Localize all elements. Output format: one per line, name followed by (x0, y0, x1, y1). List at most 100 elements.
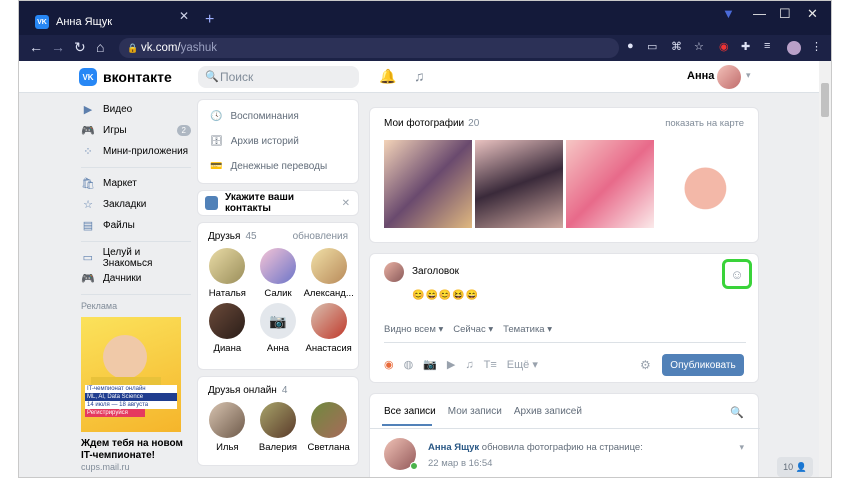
browser-tab[interactable]: VK Анна Ящук (25, 9, 200, 35)
extension-red-icon[interactable]: ◉ (719, 40, 729, 53)
photo-thumbnail[interactable] (566, 140, 654, 228)
friend-item[interactable]: Илья (202, 400, 253, 455)
url-field[interactable]: 🔒 vk.com/yashuk (119, 38, 619, 58)
friend-avatar (310, 248, 347, 284)
header-user-name[interactable]: Анна (687, 70, 714, 82)
photo-thumbnail[interactable] (475, 140, 563, 228)
tab-my-posts[interactable]: Мои записи (448, 406, 502, 417)
extensions-icon[interactable]: ✚ (741, 40, 750, 53)
menu-dots-icon[interactable]: ⋮ (811, 40, 822, 53)
tab-all-posts[interactable]: Все записи (384, 406, 436, 417)
ad-banner-image[interactable]: IT-чемпионат онлайн ML, AI, Data Science… (81, 317, 181, 432)
header-avatar[interactable] (717, 65, 741, 89)
photo-thumbnail[interactable] (384, 140, 472, 228)
friend-item[interactable]: Валерия (253, 400, 304, 455)
publish-button[interactable]: Опубликовать (662, 354, 744, 376)
bookmark-star-icon[interactable]: ☆ (694, 40, 704, 53)
divider (81, 294, 191, 295)
profile-avatar-icon[interactable] (787, 41, 801, 55)
color-palette-icon[interactable]: ◉ (384, 358, 394, 371)
new-tab-icon[interactable]: + (205, 11, 214, 29)
vk-page: VK вконтакте 🔍 Поиск 🔔 ♫ Анна ▾ ▶ Видео 🎮… (19, 61, 831, 477)
friend-name: Наталья (208, 288, 246, 299)
new-post-card: Заголовок 😊😄😊😆😄 ☺ Видно всем ▾ Сейчас ▾ … (369, 253, 759, 383)
music-icon[interactable]: ♫ (414, 68, 425, 84)
ad-title[interactable]: Ждем тебя на новом IT-чемпионате! (81, 438, 191, 462)
post-author[interactable]: Анна Ящук (428, 442, 479, 453)
menu-item-video[interactable]: ▶ Видео (81, 99, 191, 120)
article-icon[interactable]: T≡ (484, 359, 497, 371)
friend-item[interactable]: Диана (202, 301, 253, 356)
close-tab-icon[interactable]: ✕ (179, 9, 189, 23)
vk-logo[interactable]: VK вконтакте (79, 68, 172, 86)
search-input[interactable]: 🔍 Поиск (198, 66, 359, 88)
chevron-down-icon[interactable]: ▾ (746, 70, 751, 81)
emoji-picker-button[interactable]: ☺ (722, 259, 752, 289)
friend-item[interactable]: Александ... (303, 246, 354, 301)
menu-stories-archive[interactable]: 🗄 Архив историй (198, 129, 358, 154)
mention-icon[interactable]: ◍ (404, 358, 414, 371)
video-icon[interactable]: ▶ (447, 358, 455, 371)
gear-icon[interactable]: ⚙ (640, 358, 651, 372)
visibility-dropdown[interactable]: Видно всем ▾ (384, 324, 443, 335)
music-icon[interactable]: ♫ (465, 359, 473, 371)
search-placeholder: Поиск (220, 70, 254, 84)
scrollbar[interactable] (819, 61, 831, 477)
photos-title[interactable]: Мои фотографии (384, 118, 464, 129)
maximize-icon[interactable]: ☐ (779, 6, 791, 22)
playlist-icon[interactable]: ≡ (764, 40, 770, 52)
friend-item[interactable]: 📷 Анна (253, 301, 304, 356)
close-window-icon[interactable]: ✕ (807, 6, 818, 22)
tab-posts-archive[interactable]: Архив записей (514, 406, 582, 417)
post-title-field[interactable]: Заголовок (412, 266, 459, 277)
menu-item-community-2[interactable]: 🎮 Дачники (81, 268, 191, 289)
notifications-bell-icon[interactable]: 🔔 (379, 68, 396, 85)
menu-item-games[interactable]: 🎮 Игры 2 (81, 120, 191, 141)
forward-icon[interactable]: → (51, 39, 65, 55)
menu-item-apps[interactable]: ⁘ Мини-приложения (81, 141, 191, 162)
menu-item-bookmarks[interactable]: ☆ Закладки (81, 194, 191, 215)
friends-title[interactable]: Друзья (208, 231, 240, 242)
menu-item-files[interactable]: ▤ Файлы (81, 215, 191, 236)
community-icon: ▭ (82, 252, 94, 264)
scrollbar-thumb[interactable] (821, 83, 829, 117)
menu-label: Дачники (103, 273, 142, 284)
show-on-map-link[interactable]: показать на карте (665, 118, 744, 129)
friend-item[interactable]: Салик (253, 246, 304, 301)
back-icon[interactable]: ← (29, 39, 43, 55)
friend-avatar (209, 303, 246, 339)
friend-item[interactable]: Анастасия (303, 301, 354, 356)
contacts-prompt[interactable]: Укажите ваши контакты ✕ (197, 190, 359, 216)
post-header: Анна Ящук обновила фотографию на страниц… (428, 442, 643, 453)
cast-icon[interactable]: ▭ (647, 40, 657, 53)
chevron-down-icon[interactable]: ▾ (739, 442, 744, 453)
online-title[interactable]: Друзья онлайн (208, 385, 277, 396)
post-text-emojis[interactable]: 😊😄😊😆😄 (412, 290, 479, 301)
menu-item-community-1[interactable]: ▭ Целуй и Знакомься (81, 247, 191, 269)
home-icon[interactable]: ⌂ (96, 39, 104, 55)
menu-money-transfers[interactable]: 💳 Денежные переводы (198, 154, 358, 179)
friends-updates-link[interactable]: обновления (293, 231, 348, 242)
profile-menu-card: 🕓 Воспоминания 🗄 Архив историй 💳 Денежные п… (197, 99, 359, 184)
time-dropdown[interactable]: Сейчас ▾ (453, 324, 493, 335)
topic-dropdown[interactable]: Тематика ▾ (503, 324, 552, 335)
online-grid: Илья Валерия Светлана (198, 400, 358, 455)
location-icon[interactable]: ● (627, 40, 634, 52)
reload-icon[interactable]: ↻ (74, 39, 86, 56)
profile-dropdown-icon[interactable]: ▼ (722, 6, 735, 21)
qr-icon[interactable]: ⌘ (671, 40, 682, 53)
message-counter-badge[interactable]: 10 👤 (777, 457, 813, 477)
post-date[interactable]: 22 мар в 16:54 (428, 458, 492, 469)
photo-icon[interactable]: 📷 (423, 358, 437, 371)
more-dropdown[interactable]: Ещё ▾ (507, 358, 538, 371)
friend-item[interactable]: Наталья (202, 246, 253, 301)
url-path: yashuk (180, 42, 218, 54)
minimize-icon[interactable]: — (753, 6, 766, 21)
menu-label: Маркет (103, 178, 137, 189)
search-icon[interactable]: 🔍 (730, 406, 744, 419)
close-icon[interactable]: ✕ (342, 198, 350, 209)
menu-memories[interactable]: 🕓 Воспоминания (198, 104, 358, 129)
photo-thumbnail[interactable] (657, 140, 745, 228)
menu-item-market[interactable]: 🛍 Маркет (81, 173, 191, 194)
friend-item[interactable]: Светлана (303, 400, 354, 455)
